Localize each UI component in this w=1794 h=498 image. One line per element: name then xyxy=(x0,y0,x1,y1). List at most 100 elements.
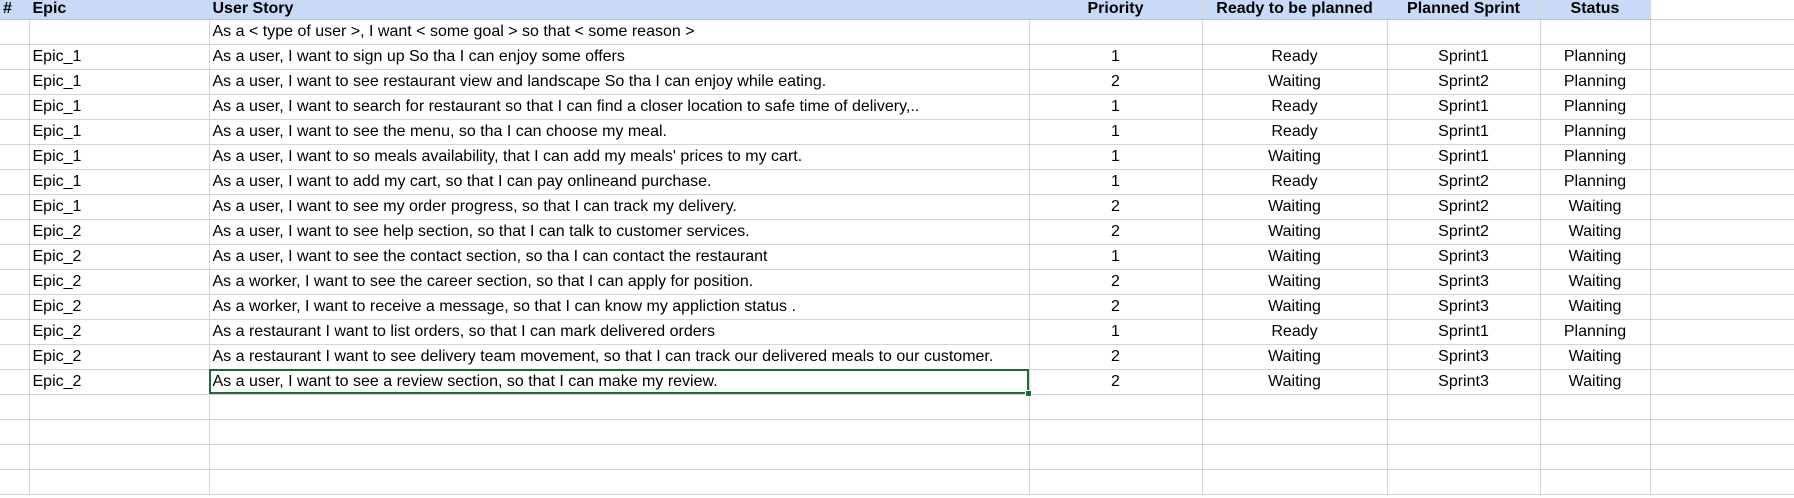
status-cell[interactable]: Planning xyxy=(1540,44,1651,70)
empty-cell[interactable] xyxy=(1202,19,1388,45)
status-cell[interactable]: Planning xyxy=(1540,69,1651,95)
user-story-cell[interactable]: As a worker, I want to receive a message… xyxy=(209,294,1030,320)
empty-cell[interactable] xyxy=(0,444,30,470)
priority-cell[interactable]: 1 xyxy=(1029,144,1203,170)
empty-cell[interactable] xyxy=(0,344,30,370)
empty-cell[interactable] xyxy=(1650,444,1794,470)
empty-cell[interactable] xyxy=(1650,269,1794,295)
ready-cell[interactable]: Ready xyxy=(1202,319,1388,345)
empty-cell[interactable] xyxy=(1650,19,1794,45)
empty-cell[interactable] xyxy=(1650,244,1794,270)
status-cell[interactable]: Planning xyxy=(1540,144,1651,170)
empty-cell[interactable] xyxy=(1540,469,1651,495)
empty-cell[interactable] xyxy=(1650,294,1794,320)
priority-cell[interactable]: 2 xyxy=(1029,69,1203,95)
header-ready-to-be-planned[interactable]: Ready to be planned xyxy=(1202,0,1388,20)
status-cell[interactable]: Waiting xyxy=(1540,194,1651,220)
empty-cell[interactable] xyxy=(1650,119,1794,145)
empty-cell[interactable] xyxy=(1650,194,1794,220)
header-num[interactable]: # xyxy=(0,0,30,20)
status-cell[interactable]: Waiting xyxy=(1540,369,1651,395)
empty-cell[interactable] xyxy=(1029,419,1203,445)
empty-cell[interactable] xyxy=(1387,19,1541,45)
empty-cell[interactable] xyxy=(1202,394,1388,420)
epic-cell[interactable]: Epic_2 xyxy=(29,344,210,370)
ready-cell[interactable]: Ready xyxy=(1202,169,1388,195)
empty-cell[interactable] xyxy=(1650,44,1794,70)
status-cell[interactable]: Planning xyxy=(1540,94,1651,120)
empty-cell[interactable] xyxy=(0,394,30,420)
priority-cell[interactable]: 2 xyxy=(1029,294,1203,320)
empty-cell[interactable] xyxy=(1650,344,1794,370)
epic-cell[interactable]: Epic_1 xyxy=(29,194,210,220)
empty-cell[interactable] xyxy=(1650,94,1794,120)
epic-cell[interactable]: Epic_1 xyxy=(29,94,210,120)
empty-cell[interactable] xyxy=(1387,469,1541,495)
empty-cell[interactable] xyxy=(1387,394,1541,420)
user-story-cell[interactable]: As a restaurant I want to list orders, s… xyxy=(209,319,1030,345)
empty-cell[interactable] xyxy=(1202,469,1388,495)
empty-cell[interactable] xyxy=(1650,319,1794,345)
empty-cell[interactable] xyxy=(1387,444,1541,470)
priority-cell[interactable]: 1 xyxy=(1029,44,1203,70)
planned-sprint-cell[interactable]: Sprint1 xyxy=(1387,319,1541,345)
empty-cell[interactable] xyxy=(1202,444,1388,470)
user-story-cell[interactable]: As a user, I want to so meals availabili… xyxy=(209,144,1030,170)
ready-cell[interactable]: Waiting xyxy=(1202,369,1388,395)
epic-cell[interactable]: Epic_2 xyxy=(29,294,210,320)
empty-cell[interactable] xyxy=(0,119,30,145)
header-priority[interactable]: Priority xyxy=(1029,0,1203,20)
empty-cell[interactable] xyxy=(209,419,1030,445)
planned-sprint-cell[interactable]: Sprint1 xyxy=(1387,144,1541,170)
empty-cell[interactable] xyxy=(209,469,1030,495)
ready-cell[interactable]: Waiting xyxy=(1202,269,1388,295)
empty-cell[interactable] xyxy=(1540,394,1651,420)
empty-cell[interactable] xyxy=(1650,169,1794,195)
empty-cell[interactable] xyxy=(0,419,30,445)
priority-cell[interactable]: 1 xyxy=(1029,319,1203,345)
planned-sprint-cell[interactable]: Sprint1 xyxy=(1387,44,1541,70)
empty-cell[interactable] xyxy=(1029,444,1203,470)
ready-cell[interactable]: Ready xyxy=(1202,44,1388,70)
status-cell[interactable]: Waiting xyxy=(1540,219,1651,245)
empty-cell[interactable] xyxy=(1540,419,1651,445)
empty-cell[interactable] xyxy=(1387,419,1541,445)
empty-cell[interactable] xyxy=(1650,219,1794,245)
empty-cell[interactable] xyxy=(1029,19,1203,45)
empty-cell[interactable] xyxy=(1650,369,1794,395)
empty-cell[interactable] xyxy=(0,294,30,320)
ready-cell[interactable]: Waiting xyxy=(1202,294,1388,320)
status-cell[interactable]: Planning xyxy=(1540,169,1651,195)
empty-cell[interactable] xyxy=(209,444,1030,470)
empty-cell[interactable] xyxy=(1650,469,1794,495)
user-story-cell[interactable]: As a user, I want to see a review sectio… xyxy=(209,369,1031,396)
priority-cell[interactable]: 2 xyxy=(1029,269,1203,295)
ready-cell[interactable]: Waiting xyxy=(1202,194,1388,220)
planned-sprint-cell[interactable]: Sprint2 xyxy=(1387,219,1541,245)
planned-sprint-cell[interactable]: Sprint3 xyxy=(1387,369,1541,395)
epic-cell[interactable]: Epic_2 xyxy=(29,244,210,270)
ready-cell[interactable]: Waiting xyxy=(1202,69,1388,95)
epic-cell[interactable]: Epic_1 xyxy=(29,69,210,95)
planned-sprint-cell[interactable]: Sprint3 xyxy=(1387,269,1541,295)
empty-cell[interactable] xyxy=(1540,444,1651,470)
user-story-cell[interactable]: As a restaurant I want to see delivery t… xyxy=(209,344,1030,370)
header-status[interactable]: Status xyxy=(1540,0,1651,20)
empty-cell[interactable] xyxy=(0,469,30,495)
epic-cell[interactable]: Epic_2 xyxy=(29,319,210,345)
empty-cell[interactable] xyxy=(0,244,30,270)
header-planned-sprint[interactable]: Planned Sprint xyxy=(1387,0,1541,20)
status-cell[interactable]: Waiting xyxy=(1540,344,1651,370)
user-story-cell[interactable]: As a worker, I want to see the career se… xyxy=(209,269,1030,295)
priority-cell[interactable]: 1 xyxy=(1029,244,1203,270)
planned-sprint-cell[interactable]: Sprint1 xyxy=(1387,94,1541,120)
status-cell[interactable]: Waiting xyxy=(1540,244,1651,270)
user-story-cell[interactable]: As a user, I want to sign up So tha I ca… xyxy=(209,44,1030,70)
empty-cell[interactable] xyxy=(29,469,210,495)
ready-cell[interactable]: Waiting xyxy=(1202,344,1388,370)
empty-cell[interactable] xyxy=(1650,394,1794,420)
planned-sprint-cell[interactable]: Sprint2 xyxy=(1387,69,1541,95)
status-cell[interactable]: Planning xyxy=(1540,319,1651,345)
epic-cell[interactable]: Epic_2 xyxy=(29,219,210,245)
empty-cell[interactable] xyxy=(0,169,30,195)
